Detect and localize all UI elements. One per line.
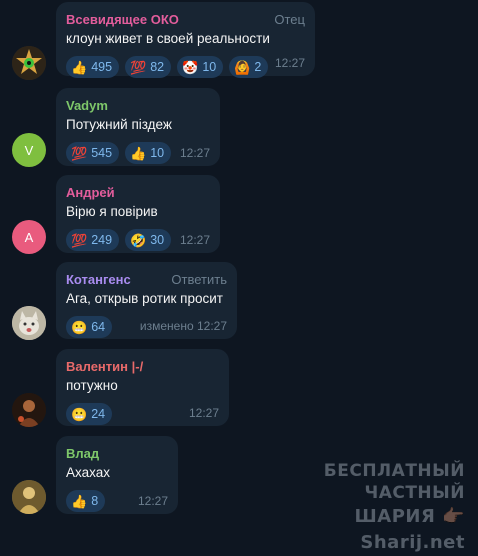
message-text: Потужний піздеж [66, 117, 172, 132]
reaction-hundred-points[interactable]: 💯 82 [125, 56, 172, 78]
reaction-rolling-laughing[interactable]: 🤣 30 [125, 229, 172, 251]
reactions: 👍 495 💯 82 🤡 10 🙆 2 [66, 56, 305, 78]
message-bubble[interactable]: Андрей Вірю я повірив 💯 249 🤣 30 12:27 [56, 175, 220, 253]
hundred-points-icon: 💯 [71, 145, 88, 161]
message-time: 12:27 [188, 406, 219, 420]
clown-face-icon: 🤡 [182, 59, 199, 75]
message-time: изменено 12:27 [139, 319, 227, 333]
dark-photo-avatar-icon [12, 393, 46, 427]
message-bubble[interactable]: Валентин |-/ потужно 😬 24 12:27 [56, 349, 229, 426]
avatar[interactable] [12, 480, 46, 514]
reaction-count: 82 [150, 60, 165, 74]
grimacing-face-icon: 😬 [71, 319, 88, 335]
message-time: 12:27 [179, 146, 210, 160]
message-text: Ахахах [66, 465, 110, 480]
reaction-clown-face[interactable]: 🤡 10 [177, 56, 224, 78]
reaction-count: 30 [150, 233, 165, 247]
reaction-count: 495 [91, 60, 113, 74]
message-text: клоун живет в своей реальности [66, 31, 270, 46]
reaction-hundred-points[interactable]: 💯 249 [66, 229, 120, 251]
reaction-grimacing-face[interactable]: 😬 64 [66, 316, 113, 338]
reaction-count: 2 [254, 60, 262, 74]
sender-name[interactable]: Андрей [66, 185, 115, 200]
avatar-letter: V [24, 142, 34, 158]
reaction-count: 545 [91, 146, 113, 160]
watermark-line-1: БЕСПЛАТНЫЙ ЧАСТНЫЙ [323, 461, 465, 503]
thumbs-up-icon: 👍 [130, 145, 147, 161]
gold-photo-avatar-icon [12, 480, 46, 514]
message-time: 12:27 [137, 494, 168, 508]
avatar[interactable] [12, 393, 46, 427]
avatar[interactable]: А [12, 220, 46, 254]
message-bubble[interactable]: Котангенс Ответить Ага, открыв ротик про… [56, 262, 237, 339]
hundred-points-icon: 💯 [130, 59, 147, 75]
sender-name[interactable]: Котангенс [66, 272, 131, 287]
grimacing-face-icon: 😬 [71, 406, 88, 422]
reaction-person-gesturing[interactable]: 🙆 2 [229, 56, 269, 78]
message-bubble[interactable]: Влад Ахахах 👍 8 12:27 [56, 436, 178, 514]
reaction-count: 8 [91, 494, 99, 508]
message-text: Ага, открыв ротик просит [66, 291, 223, 306]
watermark: БЕСПЛАТНЫЙ ЧАСТНЫЙ ШАРИЯ 👉🏿 Sharij.net [249, 460, 465, 556]
reaction-count: 64 [91, 320, 106, 334]
message-time: 12:27 [179, 233, 210, 247]
thumbs-up-icon: 👍 [71, 59, 88, 75]
sender-name[interactable]: Влад [66, 446, 99, 461]
avatar[interactable] [12, 306, 46, 340]
sender-tag: Отец [274, 11, 305, 27]
sender-name[interactable]: Всевидящее ОКО [66, 12, 179, 27]
avatar[interactable] [12, 46, 46, 80]
reaction-thumbs-up[interactable]: 👍 10 [125, 142, 172, 164]
thumbs-up-icon: 👍 [71, 493, 88, 509]
watermark-line-2: ШАРИЯ 👉🏿 Sharij.net [354, 506, 465, 553]
reply-button[interactable]: Ответить [171, 272, 227, 287]
reaction-hundred-points[interactable]: 💯 545 [66, 142, 120, 164]
reaction-thumbs-up[interactable]: 👍 8 [66, 490, 106, 512]
message-time: 12:27 [274, 56, 305, 70]
eye-emblem-avatar-icon [12, 46, 46, 80]
reaction-count: 24 [91, 407, 106, 421]
reaction-count: 249 [91, 233, 113, 247]
message-bubble[interactable]: Vadym Потужний піздеж 💯 545 👍 10 12:27 [56, 88, 220, 166]
avatar-letter: А [24, 229, 34, 245]
rolling-laughing-icon: 🤣 [130, 232, 147, 248]
avatar[interactable]: V [12, 133, 46, 167]
reaction-thumbs-up[interactable]: 👍 495 [66, 56, 120, 78]
message-bubble[interactable]: Всевидящее ОКО Отец клоун живет в своей … [56, 2, 315, 78]
sender-name[interactable]: Валентин |-/ [66, 359, 143, 374]
cat-photo-avatar-icon [12, 306, 46, 340]
message-text: потужно [66, 378, 118, 393]
reaction-count: 10 [150, 146, 165, 160]
person-gesturing-icon: 🙆 [234, 59, 251, 75]
hundred-points-icon: 💯 [71, 232, 88, 248]
message-text: Вірю я повірив [66, 204, 158, 219]
reaction-count: 10 [202, 60, 217, 74]
sender-name[interactable]: Vadym [66, 98, 108, 113]
reaction-grimacing-face[interactable]: 😬 24 [66, 403, 113, 425]
